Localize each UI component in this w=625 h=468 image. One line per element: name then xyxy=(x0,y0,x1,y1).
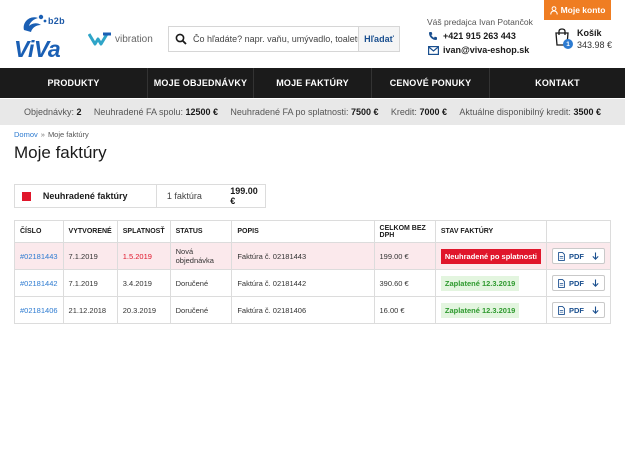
col-number-header: ČÍSLO xyxy=(14,220,64,243)
document-icon xyxy=(558,305,565,315)
seller-name: Váš predajca Ivan Potančok xyxy=(427,17,533,27)
my-account-button[interactable]: Moje konto xyxy=(544,0,611,20)
cart-count-badge: 1 xyxy=(563,39,573,49)
invoice-due-date: 20.3.2019 xyxy=(116,296,171,324)
page-title: Moje faktúry xyxy=(14,143,107,162)
nav-my-invoices[interactable]: MOJE FAKTÚRY xyxy=(254,68,372,98)
invoice-description: Faktúra č. 02181442 xyxy=(231,269,375,297)
download-pdf-button[interactable]: PDF xyxy=(551,302,605,318)
invoice-state-badge: Zaplatené 12.3.2019 xyxy=(440,275,520,291)
table-row: #02181442 7.1.2019 3.4.2019 Doručené Fak… xyxy=(14,269,612,297)
col-total-header: CELKOM BEZ DPH xyxy=(373,220,436,243)
vibration-mark-icon xyxy=(88,32,111,46)
invoice-state-badge: Zaplatené 12.3.2019 xyxy=(440,302,520,318)
b2b-label: b2b xyxy=(48,16,65,26)
download-arrow-icon xyxy=(592,252,599,260)
stat-unpaid-total: Neuhradené FA spolu: 12500 € xyxy=(93,107,219,117)
cart-label: Košík xyxy=(577,28,602,38)
breadcrumb-separator: » xyxy=(40,130,45,139)
user-icon xyxy=(549,5,558,15)
breadcrumb-current: Moje faktúry xyxy=(47,130,89,139)
invoice-due-date: 3.4.2019 xyxy=(116,269,171,297)
table-row: #02181406 21.12.2018 20.3.2019 Doručené … xyxy=(14,296,612,324)
cart[interactable]: 1 Košík 343.98 € xyxy=(554,28,616,52)
unpaid-summary-label: Neuhradené faktúry xyxy=(42,191,128,201)
table-row: #02181443 7.1.2019 1.5.2019 Nová objedná… xyxy=(14,242,612,270)
cart-amount: 343.98 € xyxy=(577,40,613,50)
invoice-due-date: 1.5.2019 xyxy=(122,251,152,261)
download-pdf-button[interactable]: PDF xyxy=(551,248,605,264)
viva-wordmark: ViVa xyxy=(14,36,61,62)
main-nav: PRODUKTY MOJE OBJEDNÁVKY MOJE FAKTÚRY CE… xyxy=(0,68,625,98)
account-stats-bar: Objednávky: 2 Neuhradené FA spolu: 12500… xyxy=(0,99,625,125)
invoice-total: 16.00 € xyxy=(373,296,436,324)
document-icon xyxy=(558,278,565,288)
search-input[interactable] xyxy=(193,28,359,50)
col-description-header: POPIS xyxy=(231,220,375,243)
col-created-header: VYTVORENÉ xyxy=(62,220,118,243)
viva-splash-icon xyxy=(23,14,47,32)
nav-contact[interactable]: KONTAKT xyxy=(490,68,625,98)
invoice-created: 7.1.2019 xyxy=(62,269,118,297)
col-state-header: STAV FAKTÚRY xyxy=(434,220,547,243)
invoice-total: 390.60 € xyxy=(373,269,436,297)
site-header: b2b ViVa vibration Hľadať Váš predajca I… xyxy=(0,0,625,68)
col-status-header: STATUS xyxy=(169,220,233,243)
invoices-table: ČÍSLO VYTVORENÉ SPLATNOSŤ STATUS POPIS C… xyxy=(14,220,612,324)
stat-credit: Kredit: 7000 € xyxy=(390,107,447,117)
col-actions-header xyxy=(545,220,612,243)
my-account-label: Moje konto xyxy=(560,5,606,15)
phone-icon xyxy=(427,30,439,42)
viva-logo[interactable]: b2b ViVa xyxy=(12,10,76,62)
unpaid-invoices-summary[interactable]: Neuhradené faktúry 1 faktúra 199.00 € xyxy=(14,184,266,208)
stat-orders: Objednávky: 2 xyxy=(24,107,82,117)
vibration-logo[interactable]: vibration xyxy=(88,31,153,47)
unpaid-indicator xyxy=(22,191,31,201)
download-arrow-icon xyxy=(592,306,599,314)
stat-available-credit: Aktuálne disponibilný kredit: 3500 € xyxy=(459,107,601,117)
search-bar: Hľadať xyxy=(168,26,400,52)
seller-contact: Váš predajca Ivan Potančok +421 915 263 … xyxy=(427,17,537,56)
nav-my-orders[interactable]: MOJE OBJEDNÁVKY xyxy=(148,68,254,98)
invoice-created: 21.12.2018 xyxy=(62,296,118,324)
seller-phone[interactable]: +421 915 263 443 xyxy=(443,31,516,41)
breadcrumb-home[interactable]: Domov xyxy=(14,130,38,139)
invoice-state-badge: Neuhradené po splatnosti xyxy=(440,248,541,264)
invoice-number-link[interactable]: #02181443 xyxy=(20,252,58,261)
download-arrow-icon xyxy=(592,279,599,287)
invoice-description: Faktúra č. 02181406 xyxy=(231,296,375,324)
document-icon xyxy=(558,251,565,261)
download-pdf-button[interactable]: PDF xyxy=(551,275,605,291)
unpaid-summary-total: 199.00 € xyxy=(230,186,258,206)
nav-price-offers[interactable]: CENOVÉ PONUKY xyxy=(372,68,490,98)
stat-unpaid-overdue: Neuhradené FA po splatnosti: 7500 € xyxy=(230,107,379,117)
invoice-created: 7.1.2019 xyxy=(62,242,118,270)
invoice-number-link[interactable]: #02181406 xyxy=(20,306,58,315)
col-due-header: SPLATNOSŤ xyxy=(116,220,171,243)
email-icon xyxy=(427,44,439,56)
seller-email[interactable]: ivan@viva-eshop.sk xyxy=(443,45,529,55)
search-button[interactable]: Hľadať xyxy=(358,27,399,51)
invoice-number-link[interactable]: #02181442 xyxy=(20,279,58,288)
invoice-status: Doručené xyxy=(169,296,233,324)
vibration-wordmark: vibration xyxy=(115,33,153,45)
search-icon xyxy=(169,27,193,51)
invoice-status: Nová objednávka xyxy=(169,242,233,270)
breadcrumb: Domov » Moje faktúry xyxy=(14,130,89,139)
unpaid-summary-count: 1 faktúra xyxy=(166,191,202,201)
table-header-row: ČÍSLO VYTVORENÉ SPLATNOSŤ STATUS POPIS C… xyxy=(14,220,612,243)
nav-products[interactable]: PRODUKTY xyxy=(0,68,148,98)
invoice-status: Doručené xyxy=(169,269,233,297)
invoice-description: Faktúra č. 02181443 xyxy=(231,242,375,270)
invoice-total: 199.00 € xyxy=(373,242,436,270)
